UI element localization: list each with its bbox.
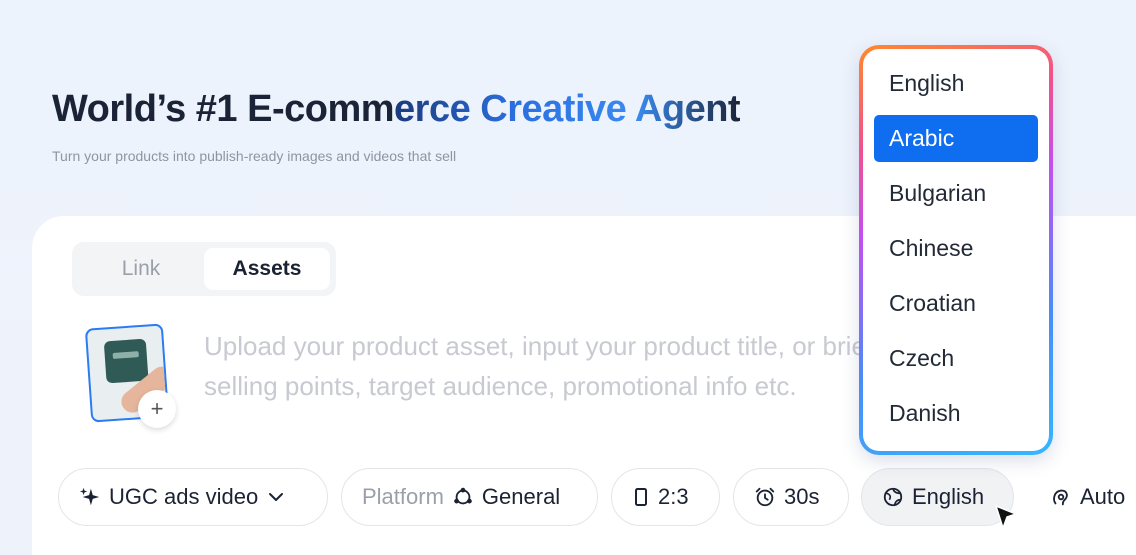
language-option-bulgarian[interactable]: Bulgarian	[874, 170, 1038, 217]
language-dropdown: English Arabic Bulgarian Chinese Croatia…	[859, 45, 1053, 455]
network-icon	[452, 486, 474, 508]
video-type-label: UGC ads video	[109, 484, 259, 509]
voice-value: Auto	[1080, 484, 1126, 509]
language-select[interactable]: English	[861, 468, 1014, 526]
language-option-arabic[interactable]: Arabic	[874, 115, 1038, 162]
chevron-down-icon	[266, 487, 286, 507]
platform-value: General	[481, 484, 561, 509]
language-option-english[interactable]: English	[874, 60, 1038, 107]
page-title-dark: World’s #1 E-comm	[52, 88, 395, 130]
platform-select[interactable]: Platform General	[341, 468, 598, 526]
aspect-ratio-value: 2:3	[658, 484, 689, 509]
add-asset-button[interactable]: +	[138, 390, 176, 428]
language-option-chinese[interactable]: Chinese	[874, 225, 1038, 272]
language-option-danish[interactable]: Danish	[874, 390, 1038, 437]
duration-value: 30s	[784, 484, 820, 509]
tab-assets[interactable]: Assets	[204, 248, 330, 290]
language-value: English	[912, 484, 985, 509]
language-option-czech[interactable]: Czech	[874, 335, 1038, 382]
alarm-clock-icon	[754, 486, 776, 508]
platform-prefix: Platform	[362, 484, 444, 509]
aspect-ratio-select[interactable]: 2:3	[611, 468, 720, 526]
input-mode-tabs: Link Assets	[72, 242, 336, 296]
page-title: World’s #1 E-commerce Creative Agent	[52, 88, 741, 131]
product-jar-image	[103, 338, 149, 384]
language-option-croatian[interactable]: Croatian	[874, 280, 1038, 327]
voice-icon	[1050, 486, 1072, 508]
sparkle-icon	[79, 486, 101, 508]
page-title-accent: erce Creative Agent	[394, 88, 741, 130]
portrait-ratio-icon	[632, 486, 650, 508]
mouse-pointer-icon	[994, 504, 1020, 537]
video-type-select[interactable]: UGC ads video	[58, 468, 328, 526]
language-globe-icon	[882, 486, 904, 508]
page-subtitle: Turn your products into publish-ready im…	[52, 148, 457, 164]
language-dropdown-list: English Arabic Bulgarian Chinese Croatia…	[863, 49, 1049, 451]
voice-select[interactable]: Auto	[1030, 468, 1136, 526]
duration-select[interactable]: 30s	[733, 468, 849, 526]
tab-link[interactable]: Link	[78, 248, 204, 290]
